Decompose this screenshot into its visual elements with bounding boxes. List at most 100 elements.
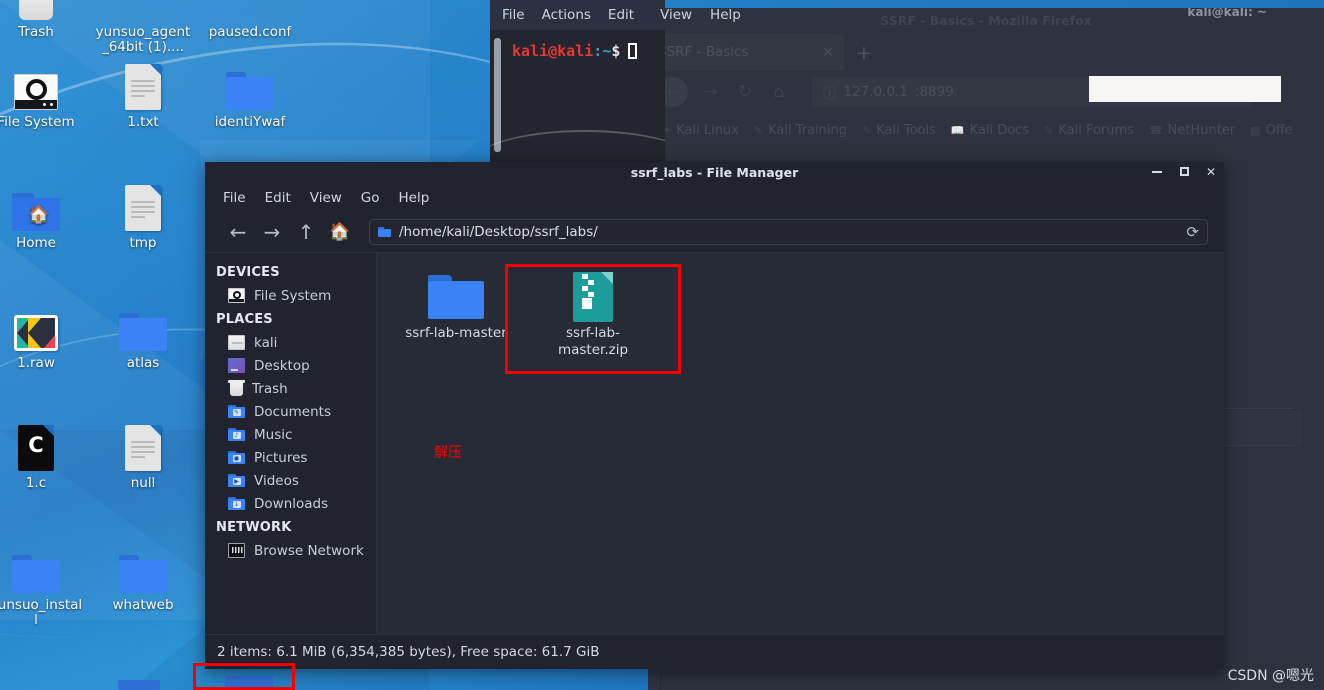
bookmark-kali-forums[interactable]: ✎ Kali Forums <box>1044 123 1134 138</box>
reload-icon[interactable]: ↻ <box>734 82 756 102</box>
sidebar-item-label: Videos <box>254 472 299 489</box>
terminal-body[interactable]: kali@kali:~$ <box>490 30 665 162</box>
desktop-icon-identiywaf[interactable]: identiYwaf <box>202 62 298 130</box>
terminal-menubar: File Actions Edit <box>490 0 665 30</box>
close-icon[interactable]: ✕ <box>1204 164 1218 180</box>
home-icon[interactable]: 🏠 <box>323 223 357 241</box>
desktop-icon-yunsuo-install[interactable]: yunsuo_install <box>0 545 84 628</box>
trash-icon <box>228 380 245 396</box>
menu-view[interactable]: View <box>310 190 342 206</box>
sidebar-item-downloads[interactable]: ↓ Downloads <box>205 492 376 515</box>
desktop-icon-1-raw[interactable]: 1.raw <box>0 303 84 371</box>
terminal-menubar-overflow: View Help <box>660 0 741 30</box>
folder-icon <box>0 545 84 593</box>
file-icon <box>202 0 298 20</box>
menu-help[interactable]: Help <box>710 7 741 23</box>
sidebar-item-label: Downloads <box>254 495 329 512</box>
home-icon[interactable]: ⌂ <box>768 82 790 102</box>
sidebar-item-file-system[interactable]: File System <box>205 284 376 307</box>
file-list-view[interactable]: ssrf-lab-master ssrf-lab-master.zip 解压 <box>377 253 1224 634</box>
documents-folder-icon: ✎ <box>228 404 245 419</box>
bookmark-nethunter[interactable]: ☎ NetHunter <box>1149 123 1235 138</box>
terminal-prompt: kali@kali:~$ <box>512 42 638 60</box>
firefox-window-title: SSRF - Basics - Mozilla Firefox <box>880 13 1092 28</box>
file-item-folder[interactable]: ssrf-lab-master <box>401 269 511 342</box>
maximize-icon[interactable] <box>1177 164 1191 180</box>
bookmark-kali-tools[interactable]: ✎ Kali Tools <box>862 123 936 138</box>
minimize-icon[interactable] <box>1150 164 1164 180</box>
terminal-cursor <box>628 43 638 59</box>
forward-icon[interactable]: → <box>700 82 722 102</box>
sidebar-item-label: Pictures <box>254 449 308 466</box>
firefox-titlebar: kali@kali: ~ SSRF - Basics - Mozilla Fir… <box>648 8 1324 34</box>
desktop-icon-label: tmp <box>129 235 157 251</box>
back-icon[interactable]: ← <box>221 222 255 242</box>
file-list-scrollbar[interactable] <box>1216 253 1224 634</box>
menu-view[interactable]: View <box>660 7 692 23</box>
desktop-icon-partial-folder[interactable] <box>118 680 160 690</box>
url-port: :8899 <box>914 84 954 100</box>
path-bar[interactable]: /home/kali/Desktop/ssrf_labs/ ⟳ <box>369 219 1208 245</box>
pencil-icon: ✎ <box>753 123 764 137</box>
desktop-icon-whatweb[interactable]: whatweb <box>95 545 191 613</box>
desktop-icon-1-txt[interactable]: 1.txt <box>95 62 191 130</box>
bookmark-kali-training[interactable]: ✎ Kali Training <box>754 123 847 138</box>
browser-tab-ssrf-basics[interactable]: SSRF - Basics × <box>648 34 844 70</box>
sidebar-item-browse-network[interactable]: Browse Network <box>205 539 376 562</box>
desktop-icon-tmp[interactable]: tmp <box>95 183 191 251</box>
desktop-icon-label: whatweb <box>112 597 174 613</box>
terminal-window[interactable]: File Actions Edit kali@kali:~$ <box>490 0 665 162</box>
window-title: ssrf_labs - File Manager <box>630 165 799 180</box>
file-manager-titlebar[interactable]: ssrf_labs - File Manager ✕ <box>205 162 1224 184</box>
menu-actions[interactable]: Actions <box>542 7 591 23</box>
folder-icon <box>378 227 391 237</box>
folder-icon <box>401 269 511 325</box>
desktop-icon-1-c[interactable]: C 1.c <box>0 423 84 491</box>
menu-help[interactable]: Help <box>399 190 430 206</box>
bookmark-kali-docs[interactable]: 📖 Kali Docs <box>951 123 1029 138</box>
info-icon: ⓘ <box>823 86 837 102</box>
sidebar-item-music[interactable]: ♪ Music <box>205 423 376 446</box>
terminal-scrollbar[interactable] <box>494 38 501 152</box>
forward-icon[interactable]: → <box>255 222 289 242</box>
desktop-icon-label: 1.txt <box>127 114 159 130</box>
phone-icon: ☎ <box>1148 123 1163 137</box>
menu-file[interactable]: File <box>502 7 525 23</box>
desktop-icon-trash[interactable]: Trash <box>0 0 84 40</box>
sidebar-item-desktop[interactable]: Desktop <box>205 354 376 377</box>
menu-file[interactable]: File <box>223 190 246 206</box>
close-icon[interactable]: × <box>822 44 834 60</box>
bookmark-label: Kali Linux <box>676 122 739 138</box>
file-manager-window[interactable]: ssrf_labs - File Manager ✕ File Edit Vie… <box>205 162 1224 669</box>
file-name-label: ssrf-lab-master <box>405 325 507 341</box>
desktop-icon-null[interactable]: null <box>95 423 191 491</box>
file-manager-sidebar: DEVICES File System PLACES kali Desktop … <box>205 253 377 634</box>
menu-go[interactable]: Go <box>361 190 380 206</box>
desktop-icon-file-system[interactable]: File System <box>0 62 84 130</box>
firefox-navbar: ← → ↻ ⌂ ⓘ 127.0.0.1 :8899 <box>648 70 1324 114</box>
desktop-icon-home[interactable]: 🏠 Home <box>0 183 84 251</box>
reload-icon[interactable]: ⟳ <box>1186 223 1199 241</box>
file-manager-main: DEVICES File System PLACES kali Desktop … <box>205 252 1224 634</box>
desktop-icon-yunsuo-agent[interactable]: yunsuo_agent_64bit (1).... <box>95 0 191 55</box>
up-icon[interactable]: ↑ <box>289 222 323 242</box>
sidebar-item-trash[interactable]: Trash <box>205 377 376 400</box>
sidebar-item-label: Documents <box>254 403 331 420</box>
sidebar-item-label: File System <box>254 287 332 304</box>
prompt-symbol: $ <box>611 42 621 60</box>
bookmark-kali-linux[interactable]: ✦ Kali Linux <box>662 123 739 138</box>
sidebar-item-pictures[interactable]: ◼ Pictures <box>205 446 376 469</box>
sidebar-item-videos[interactable]: ▶ Videos <box>205 469 376 492</box>
new-tab-button[interactable]: + <box>856 42 872 64</box>
menu-edit[interactable]: Edit <box>608 7 634 23</box>
sidebar-item-documents[interactable]: ✎ Documents <box>205 400 376 423</box>
desktop-icon-paused-conf[interactable]: paused.conf <box>202 0 298 40</box>
menu-edit[interactable]: Edit <box>265 190 291 206</box>
desktop-icon-label: yunsuo_install <box>0 597 83 628</box>
bookmark-offensive-security[interactable]: ▦ Offe <box>1250 123 1293 138</box>
desktop-icon-label: Home <box>16 235 56 251</box>
firefox-tabstrip[interactable]: SSRF - Basics × + <box>648 34 1324 70</box>
desktop-icon-atlas[interactable]: atlas <box>95 303 191 371</box>
desktop-icon-label: Trash <box>18 24 54 40</box>
sidebar-item-kali[interactable]: kali <box>205 331 376 354</box>
